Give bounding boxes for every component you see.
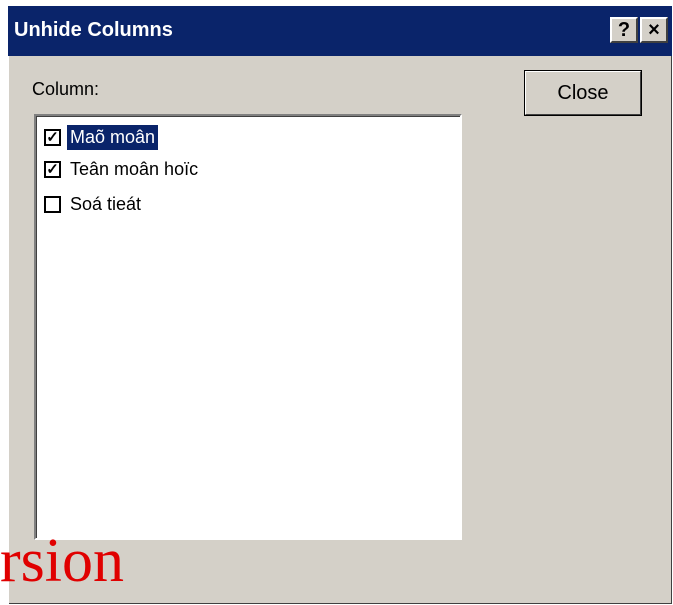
- overlay-text: rsion: [0, 527, 124, 595]
- titlebar: Unhide Columns ? ×: [8, 6, 672, 56]
- dialog-title: Unhide Columns: [14, 19, 173, 41]
- close-button[interactable]: Close: [524, 70, 642, 116]
- checkbox[interactable]: ✓: [44, 128, 61, 146]
- close-x-button[interactable]: ×: [640, 17, 668, 43]
- column-label: Column:: [32, 79, 100, 99]
- list-item-label: Soá tieát: [70, 193, 142, 214]
- unhide-columns-dialog: Unhide Columns ? × Column: Close ✓ Maõ m…: [8, 6, 672, 604]
- checkbox[interactable]: ✓: [44, 160, 61, 178]
- checkbox[interactable]: [44, 195, 61, 213]
- list-item[interactable]: Soá tieát: [44, 189, 144, 219]
- help-button[interactable]: ?: [610, 17, 638, 43]
- list-item-label: Maõ moân: [67, 124, 159, 150]
- list-item[interactable]: ✓ Teân moân hoïc: [44, 154, 201, 184]
- column-listbox[interactable]: ✓ Maõ moân ✓ Teân moân hoïc Soá tieát: [34, 114, 462, 540]
- list-item-label: Teân moân hoïc: [70, 158, 199, 179]
- list-item[interactable]: ✓ Maõ moân: [44, 122, 159, 152]
